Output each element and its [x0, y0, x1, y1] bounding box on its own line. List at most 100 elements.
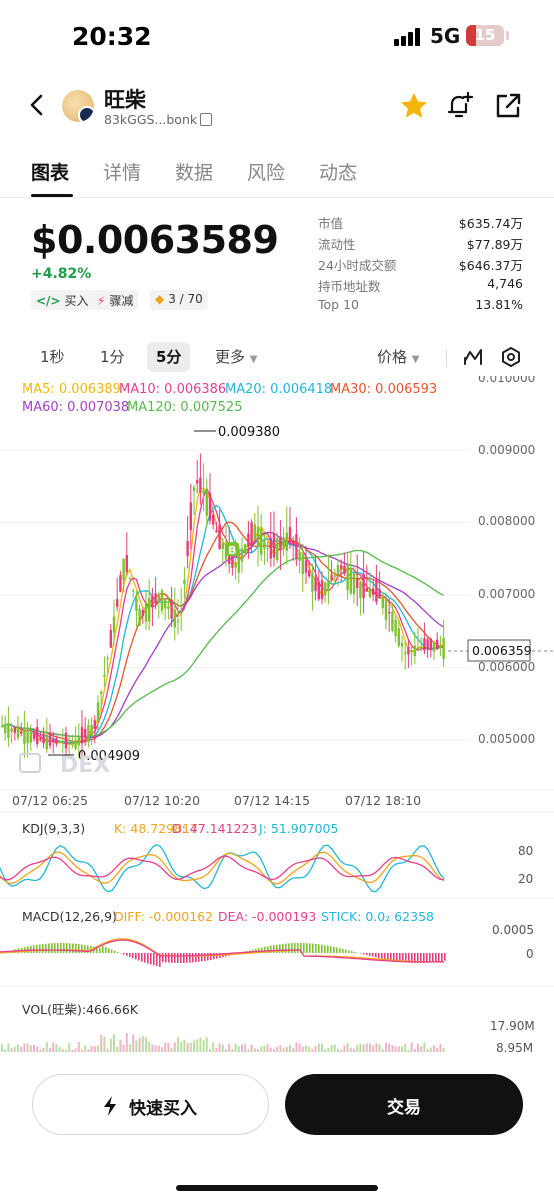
- tab-details[interactable]: 详情: [103, 158, 141, 185]
- volume-bar: [26, 1043, 29, 1052]
- candle-body: [436, 639, 439, 650]
- volume-bar: [388, 1043, 391, 1052]
- timeframe-1s[interactable]: 1秒: [40, 346, 65, 367]
- candle-body: [260, 529, 263, 555]
- token-address: 83kGGS...bonk: [104, 112, 198, 127]
- tab-data[interactable]: 数据: [175, 158, 213, 185]
- candle-body: [186, 541, 189, 557]
- candle-body: [250, 522, 253, 545]
- fullscreen-icon[interactable]: [19, 753, 41, 773]
- trade-button[interactable]: 交易: [285, 1074, 523, 1135]
- indicator-icon[interactable]: [462, 346, 484, 368]
- volume-bar: [330, 1044, 333, 1052]
- candle-body: [384, 598, 388, 620]
- status-time: 20:32: [72, 22, 152, 51]
- candle-body: [7, 722, 10, 739]
- current-price: $0.0063589: [31, 218, 279, 262]
- macd-bar: [309, 943, 311, 953]
- macd-bar: [198, 953, 200, 962]
- macd-bar: [126, 953, 128, 956]
- star-icon[interactable]: [398, 90, 430, 122]
- macd-bar: [441, 953, 443, 962]
- score-badge[interactable]: ◆ 3 / 70: [150, 290, 208, 310]
- volume-bar: [221, 1044, 224, 1052]
- stat-value: $646.37万: [458, 258, 523, 273]
- candle-body: [183, 579, 186, 585]
- stat-row: Top 10 13.81%: [318, 297, 523, 318]
- candle-body: [141, 610, 144, 616]
- bell-add-icon[interactable]: [444, 90, 476, 122]
- settings-icon[interactable]: [500, 346, 522, 368]
- macd-bar: [153, 953, 155, 966]
- candle-body: [298, 552, 301, 561]
- candle-body: [39, 737, 42, 740]
- volume-bar: [45, 1042, 48, 1052]
- tab-risk[interactable]: 风险: [247, 158, 285, 185]
- timeframe-more-label: 更多: [215, 348, 246, 366]
- tab-activity[interactable]: 动态: [319, 158, 357, 185]
- macd-bar: [375, 953, 377, 958]
- macd-bar: [345, 949, 347, 953]
- candle-body: [151, 596, 154, 608]
- macd-bar: [129, 953, 131, 958]
- candle-body: [80, 727, 84, 744]
- candle-body: [132, 590, 135, 592]
- macd-stick: STICK: 0.0₂ 62358: [321, 909, 434, 924]
- timeframe-more[interactable]: 更多 ▼: [215, 346, 258, 367]
- copy-icon[interactable]: [200, 113, 212, 126]
- volume-bar: [439, 1043, 442, 1052]
- chart-canvas[interactable]: 0.010000 MA5: 0.006389 MA10: 0.006386 MA…: [0, 371, 554, 1055]
- macd-bar: [339, 948, 341, 953]
- quick-buy-button[interactable]: 快速买入: [32, 1074, 269, 1135]
- stat-row: 市值 $635.74万: [318, 213, 523, 234]
- volume-bar: [295, 1042, 298, 1052]
- volume-bar: [68, 1043, 71, 1052]
- candle-body: [84, 728, 87, 738]
- macd-title: MACD(12,26,9): [22, 909, 117, 924]
- macd-bar: [189, 953, 191, 963]
- dump-badge[interactable]: ⚡ 骤减: [92, 290, 139, 310]
- macd-bar: [306, 943, 308, 953]
- volume-bar: [52, 1042, 55, 1052]
- candle-body: [439, 645, 442, 647]
- macd-bar: [372, 953, 374, 957]
- ma10-legend: MA10: 0.006386: [119, 382, 226, 397]
- timeframe-1m[interactable]: 1分: [100, 346, 125, 367]
- macd-bar: [33, 945, 35, 953]
- volume-bar: [55, 1044, 58, 1052]
- volume-bar: [212, 1042, 215, 1052]
- tab-chart[interactable]: 图表: [31, 158, 69, 185]
- candle-body: [55, 738, 58, 744]
- macd-bar: [177, 953, 179, 963]
- buy-badge[interactable]: </> 买入: [31, 290, 94, 310]
- volume-bar: [305, 1045, 307, 1052]
- macd-bar: [144, 953, 146, 963]
- macd-bar: [285, 943, 287, 953]
- candle-body: [189, 502, 192, 530]
- candle-body: [93, 720, 96, 729]
- volume-bar: [125, 1033, 128, 1052]
- kdj-d: D: 47.141223: [172, 821, 257, 836]
- candle-body: [68, 742, 71, 744]
- candle-body: [61, 741, 64, 745]
- score-badge-label: 3 / 70: [168, 292, 203, 306]
- macd-bar: [48, 943, 50, 953]
- candle-body: [135, 597, 138, 611]
- candle-body: [125, 555, 128, 573]
- candle-body: [199, 477, 202, 493]
- volume-bar: [199, 1037, 202, 1052]
- price-chart[interactable]: 0.010000 MA5: 0.006389 MA10: 0.006386 MA…: [0, 371, 554, 1055]
- macd-bar: [435, 953, 437, 962]
- back-icon[interactable]: [24, 92, 50, 118]
- price-mode-select[interactable]: 价格 ▼: [377, 346, 420, 367]
- volume-bar: [205, 1037, 208, 1052]
- macd-bar: [72, 943, 74, 953]
- candle-body: [413, 645, 416, 657]
- candle-body: [295, 534, 298, 559]
- candle-body: [180, 611, 183, 614]
- timeframe-5m[interactable]: 5分: [147, 342, 191, 372]
- macd-dea: DEA: -0.000193: [218, 909, 316, 924]
- candle-body: [276, 537, 279, 561]
- share-icon[interactable]: [492, 90, 524, 122]
- y-tick: 0.008000: [478, 514, 535, 528]
